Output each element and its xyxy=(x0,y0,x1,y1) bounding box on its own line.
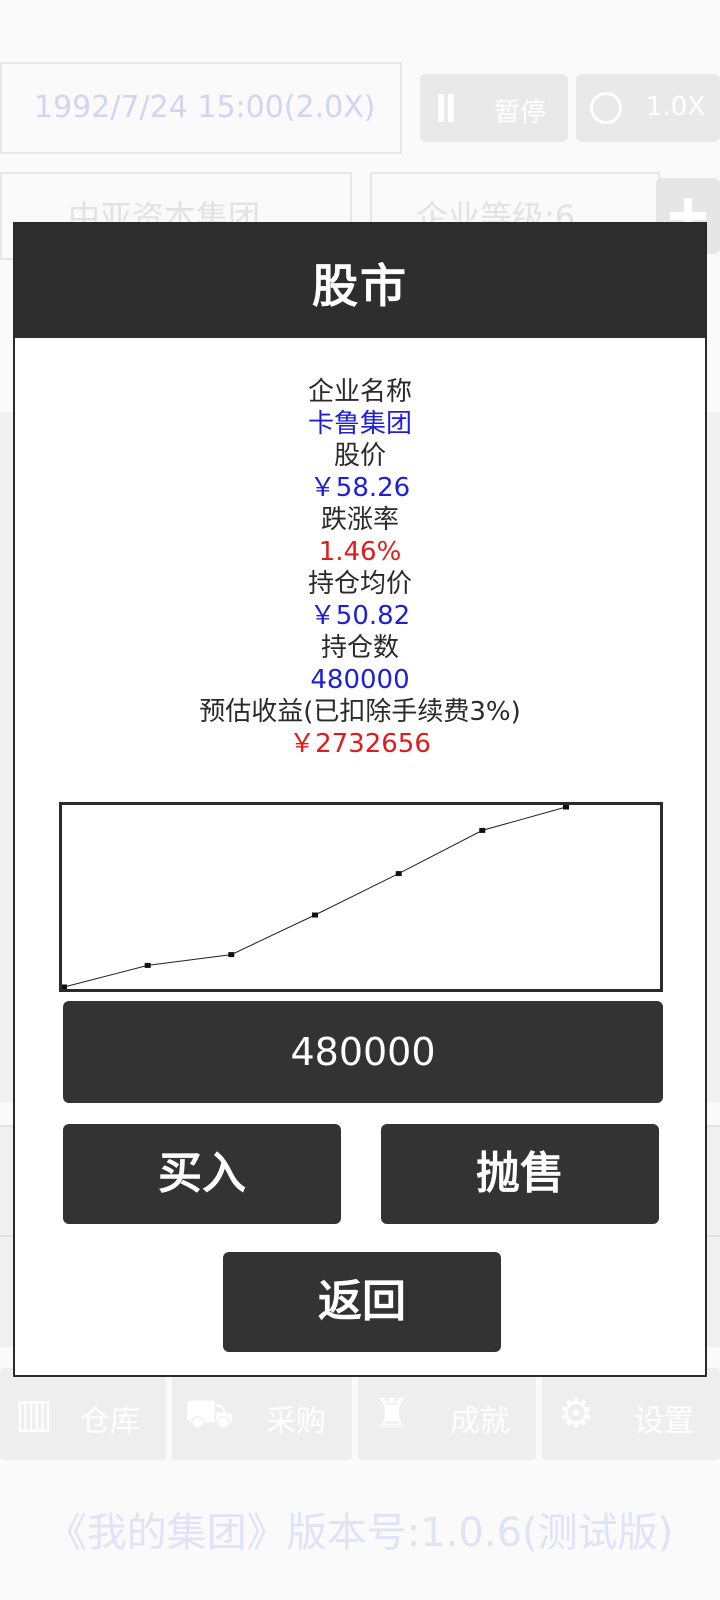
nav-label: 设置 xyxy=(634,1404,694,1439)
profit-label: 预估收益(已扣除手续费3%) xyxy=(199,697,521,727)
price-point xyxy=(62,984,67,989)
price-series-line xyxy=(63,806,567,988)
avg-cost-label: 持仓均价 xyxy=(307,569,412,599)
nav-label: 采购 xyxy=(266,1404,326,1439)
nav-warehouse: ▥ 仓库 xyxy=(0,1368,166,1460)
price-point xyxy=(479,827,486,833)
profit-value: ￥2732656 xyxy=(289,729,431,759)
price-point xyxy=(312,912,318,918)
price-point xyxy=(395,871,402,877)
nav-achievements: ♜ 成就 xyxy=(358,1368,536,1460)
quantity-input[interactable] xyxy=(63,1001,663,1103)
sell-button[interactable]: 抛售 xyxy=(381,1124,659,1224)
speed-button: 1.0X xyxy=(576,74,720,142)
pause-button: 暂停 xyxy=(420,74,568,142)
cart-icon: ⛟ xyxy=(184,1391,235,1437)
holdings-value: 480000 xyxy=(310,665,410,695)
holdings-label: 持仓数 xyxy=(320,633,399,663)
price-value: ￥58.26 xyxy=(309,473,411,503)
buy-button[interactable]: 买入 xyxy=(63,1124,341,1224)
nav-settings: ⚙ 设置 xyxy=(542,1368,720,1460)
dialog-header: 股市 xyxy=(15,224,705,338)
nav-label: 成就 xyxy=(450,1404,510,1439)
dialog-title: 股市 xyxy=(312,259,408,313)
trophy-icon: ♜ xyxy=(374,1391,410,1437)
change-label: 跌涨率 xyxy=(320,505,399,535)
map-icon: ▥ xyxy=(15,1391,53,1437)
pause-icon xyxy=(438,94,444,122)
back-button[interactable]: 返回 xyxy=(223,1252,501,1352)
nav-label: 仓库 xyxy=(80,1404,140,1439)
date-time-text: 1992/7/24 15:00(2.0X) xyxy=(34,90,376,125)
version-footer: 《我的集团》版本号:1.0.6(测试版) xyxy=(46,1510,674,1556)
price-chart-svg xyxy=(62,805,569,989)
stock-market-dialog: 股市 企业名称 卡鲁集团 股价 ￥58.26 跌涨率 1.46% 持仓均价 ￥5… xyxy=(13,222,707,1377)
company-value: 卡鲁集团 xyxy=(307,409,412,439)
price-point xyxy=(228,952,235,958)
change-value: 1.46% xyxy=(318,537,402,567)
price-chart xyxy=(59,802,663,992)
price-point xyxy=(563,805,569,810)
timer-icon xyxy=(590,92,622,124)
pause-label: 暂停 xyxy=(494,98,547,128)
stock-info: 企业名称 卡鲁集团 股价 ￥58.26 跌涨率 1.46% 持仓均价 ￥50.8… xyxy=(15,376,705,760)
nav-purchase: ⛟ 采购 xyxy=(172,1368,352,1460)
speed-label: 1.0X xyxy=(646,92,706,122)
gear-icon: ⚙ xyxy=(558,1391,594,1437)
price-label: 股价 xyxy=(333,441,386,471)
company-label: 企业名称 xyxy=(307,377,412,407)
price-point xyxy=(144,962,151,968)
avg-cost-value: ￥50.82 xyxy=(309,601,411,631)
